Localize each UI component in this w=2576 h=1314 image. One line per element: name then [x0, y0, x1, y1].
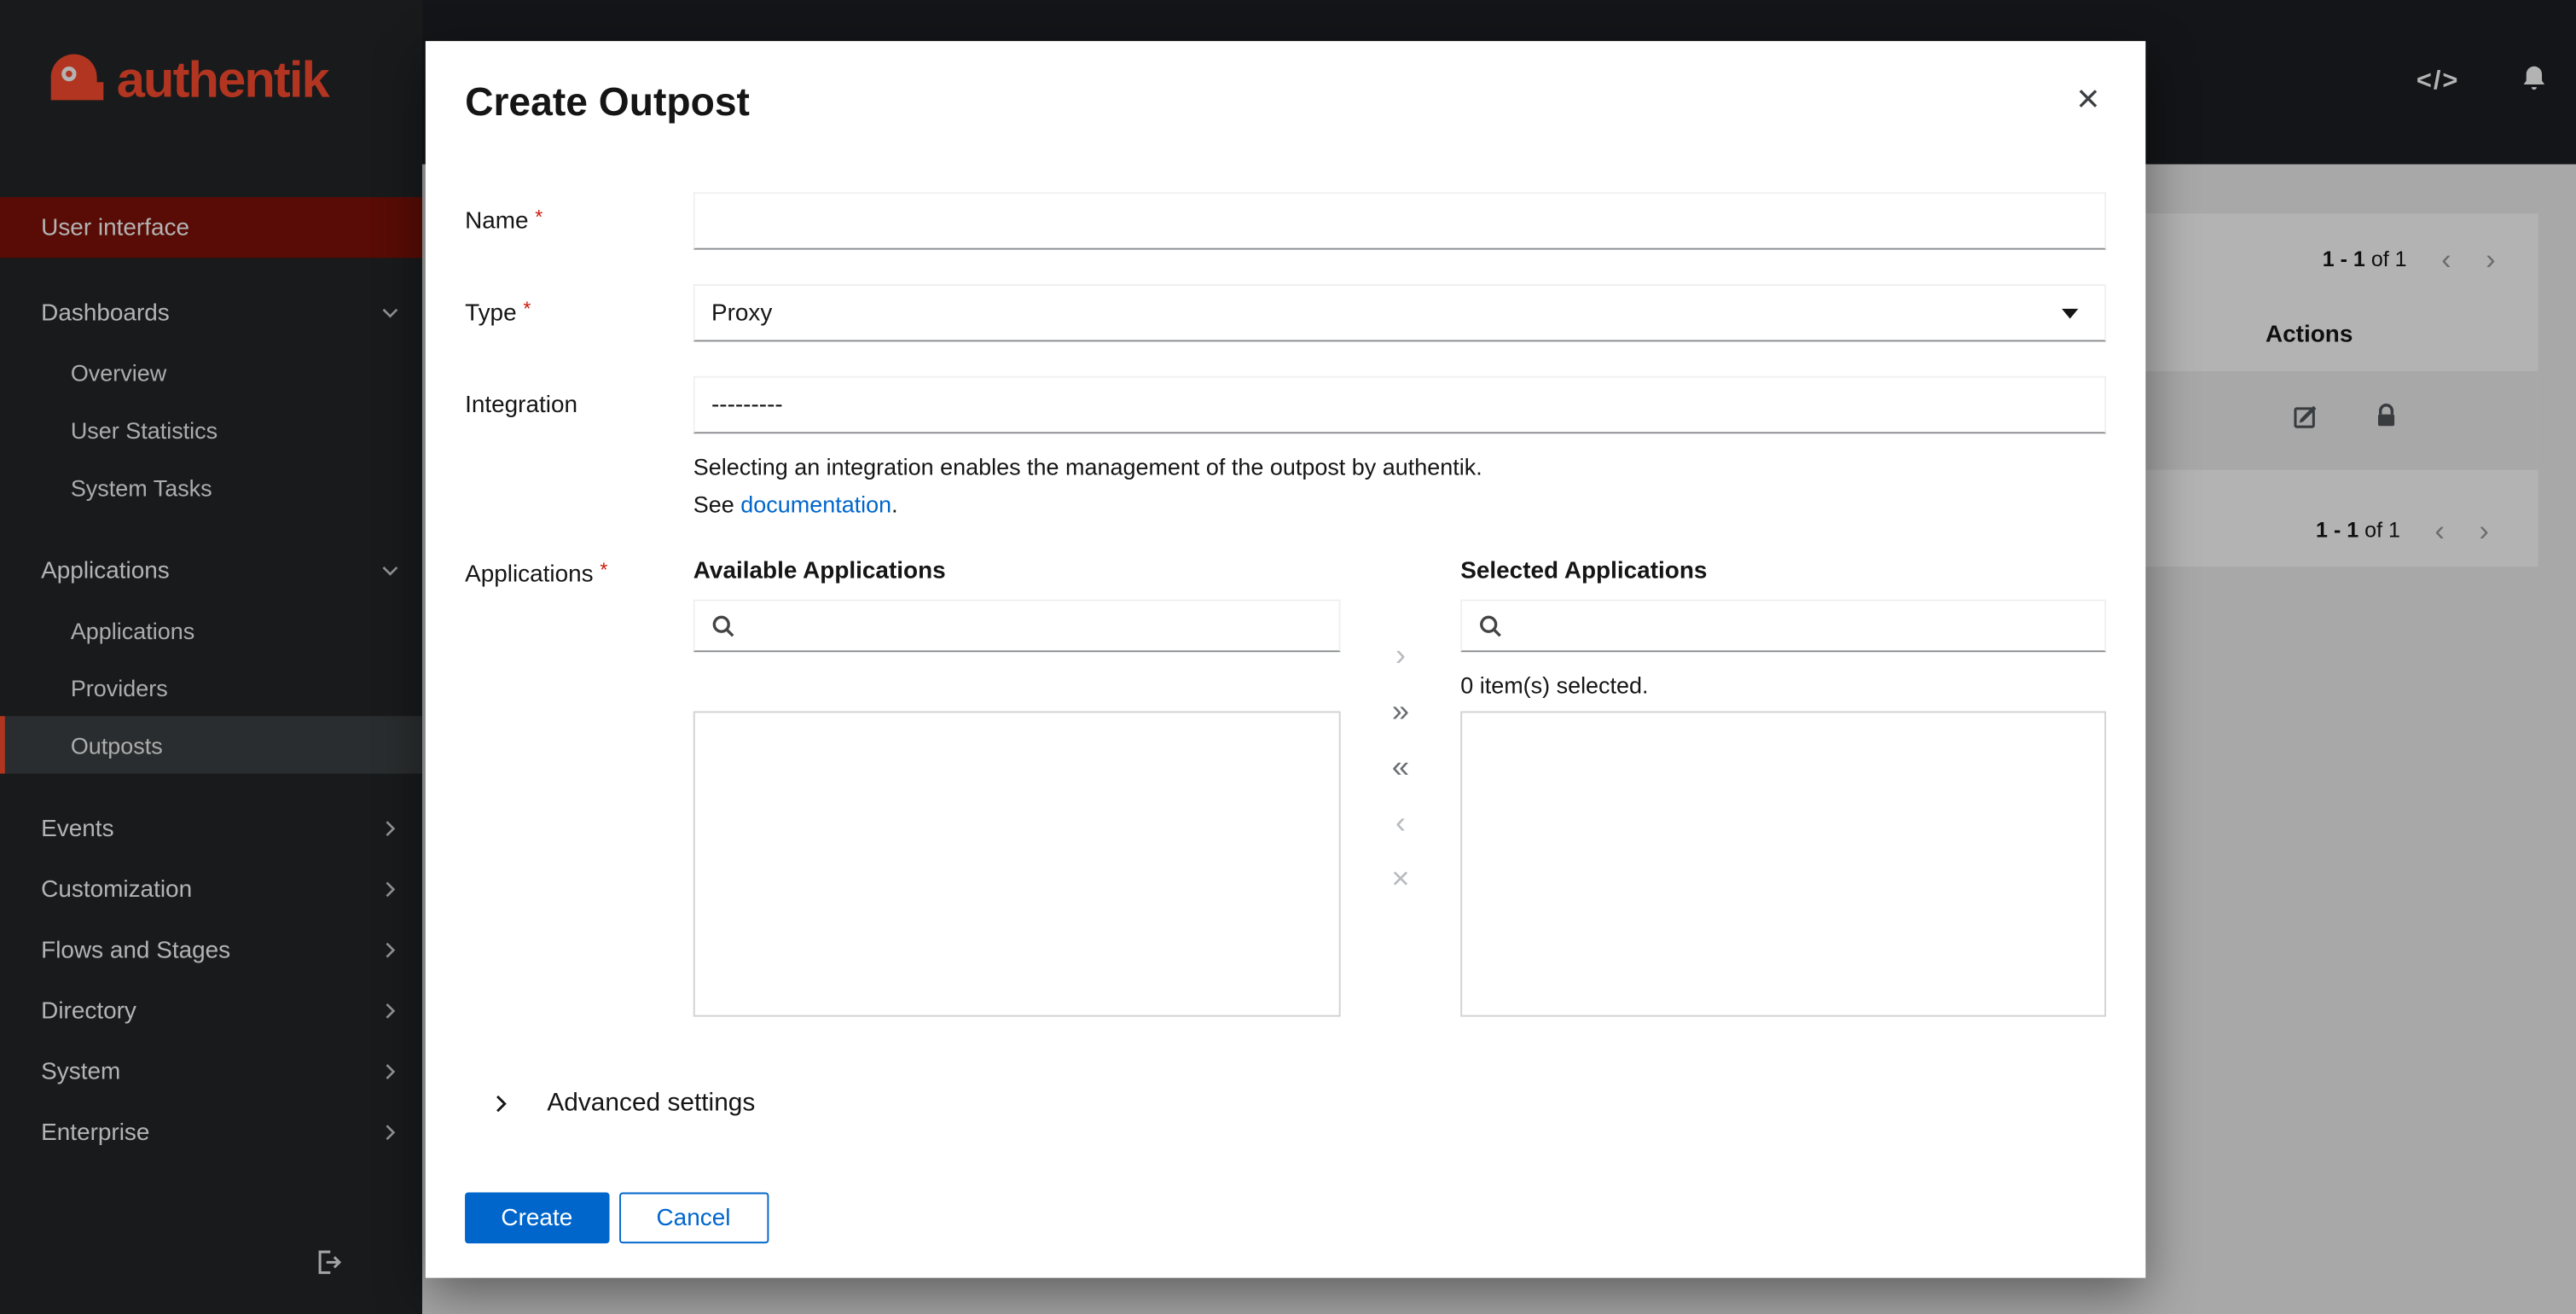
selected-applications-title: Selected Applications: [1460, 559, 2106, 585]
clear-selection-icon[interactable]: ×: [1391, 867, 1409, 893]
integration-help-text: Selecting an integration enables the man…: [693, 449, 2106, 525]
available-applications-list[interactable]: [693, 712, 1341, 1017]
available-applications-pane: Available Applications: [693, 559, 1341, 1017]
move-all-right-icon[interactable]: »: [1392, 700, 1409, 726]
chevron-right-icon: [491, 1094, 511, 1113]
available-search-input[interactable]: [695, 602, 1339, 651]
caret-down-icon: [2062, 308, 2078, 318]
modal-title: Create Outpost: [465, 80, 750, 126]
available-applications-title: Available Applications: [693, 559, 1341, 585]
transfer-controls: › » « ‹ ×: [1341, 559, 1461, 1017]
required-asterisk: *: [523, 297, 531, 320]
search-icon: [711, 614, 734, 646]
move-selected-left-icon[interactable]: ‹: [1395, 811, 1406, 838]
type-label: Type*: [465, 284, 693, 341]
integration-select[interactable]: ---------: [693, 376, 2106, 433]
close-icon[interactable]: ×: [2070, 80, 2106, 119]
name-input[interactable]: [693, 192, 2106, 249]
documentation-link[interactable]: documentation: [740, 491, 891, 518]
selected-count: 0 item(s) selected.: [1460, 672, 2106, 700]
create-outpost-modal: Create Outpost × Name* Type* Proxy: [426, 41, 2146, 1278]
selected-applications-list[interactable]: [1460, 712, 2106, 1017]
move-selected-right-icon[interactable]: ›: [1395, 644, 1406, 671]
selected-applications-pane: Selected Applications 0 item(s) selected…: [1460, 559, 2106, 1017]
name-label: Name*: [465, 192, 693, 249]
move-all-left-icon[interactable]: «: [1392, 756, 1409, 782]
search-icon: [1478, 614, 1501, 646]
selected-search-input[interactable]: [1462, 602, 2104, 651]
integration-select-value: ---------: [711, 392, 783, 418]
available-search: [693, 600, 1341, 653]
advanced-settings-label: Advanced settings: [547, 1089, 755, 1119]
applications-label: Applications*: [465, 559, 693, 1017]
cancel-button[interactable]: Cancel: [618, 1193, 769, 1244]
selected-search: [1460, 600, 2106, 653]
app-root: </> 1 - 1 of 1 ‹ › Actions 1 - 1 of 1 ‹ …: [0, 0, 2576, 1314]
type-select[interactable]: Proxy: [693, 284, 2106, 341]
required-asterisk: *: [600, 559, 607, 582]
advanced-settings-toggle[interactable]: Advanced settings: [465, 1089, 2106, 1119]
type-select-value: Proxy: [711, 299, 772, 326]
integration-label: Integration: [465, 376, 693, 524]
create-button[interactable]: Create: [465, 1193, 609, 1244]
dual-list-selector: Available Applications › » «: [693, 559, 2106, 1017]
required-asterisk: *: [535, 206, 542, 229]
create-outpost-form: Name* Type* Proxy In: [465, 192, 2106, 1243]
